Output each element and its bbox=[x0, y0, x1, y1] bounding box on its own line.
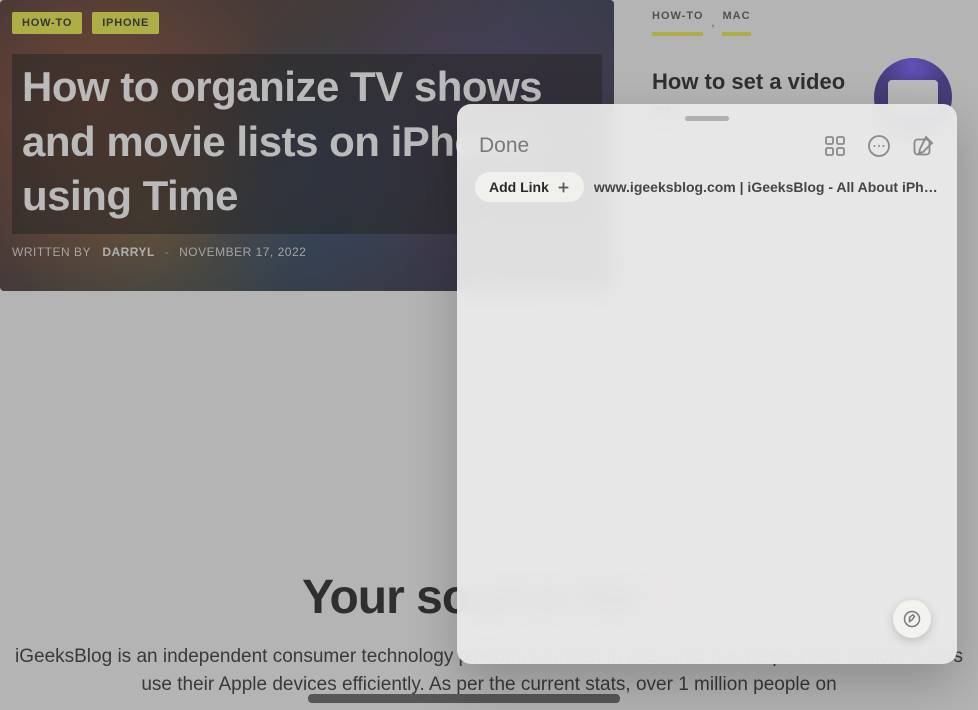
quick-note-panel[interactable]: Done bbox=[457, 104, 957, 664]
captured-link-text[interactable]: www.igeeksblog.com | iGeeksBlog - All Ab… bbox=[594, 179, 939, 195]
hero-meta: WRITTEN BY DARRYL - NOVEMBER 17, 2022 bbox=[12, 245, 306, 259]
sidebar-tag-mac[interactable]: MAC bbox=[722, 10, 750, 36]
written-by-label: WRITTEN BY bbox=[12, 245, 91, 259]
author-link[interactable]: DARRYL bbox=[102, 245, 155, 259]
markup-button[interactable] bbox=[893, 600, 931, 638]
plus-icon bbox=[557, 181, 570, 194]
panel-header: Done bbox=[457, 104, 957, 172]
more-icon[interactable] bbox=[867, 134, 891, 158]
sidebar-tags: HOW-TO , MAC bbox=[652, 10, 952, 36]
tag-comma: , bbox=[711, 17, 714, 29]
panel-link-row: Add Link www.igeeksblog.com | iGeeksBlog… bbox=[457, 172, 957, 202]
markup-pen-icon bbox=[902, 609, 922, 629]
add-link-label: Add Link bbox=[489, 179, 549, 195]
hero-tag-row: HOW-TO IPHONE bbox=[12, 12, 159, 34]
panel-grabber[interactable] bbox=[685, 116, 729, 121]
done-button[interactable]: Done bbox=[479, 134, 529, 158]
grid-icon[interactable] bbox=[823, 134, 847, 158]
add-link-button[interactable]: Add Link bbox=[475, 172, 584, 202]
article-date: NOVEMBER 17, 2022 bbox=[179, 245, 306, 259]
tag-howto[interactable]: HOW-TO bbox=[12, 12, 82, 34]
panel-toolbar bbox=[823, 134, 935, 158]
meta-separator: - bbox=[165, 245, 170, 259]
bottom-scroll-indicator bbox=[308, 694, 620, 703]
compose-icon[interactable] bbox=[911, 134, 935, 158]
tag-iphone[interactable]: IPHONE bbox=[92, 12, 159, 34]
sidebar-tag-howto[interactable]: HOW-TO bbox=[652, 10, 703, 36]
